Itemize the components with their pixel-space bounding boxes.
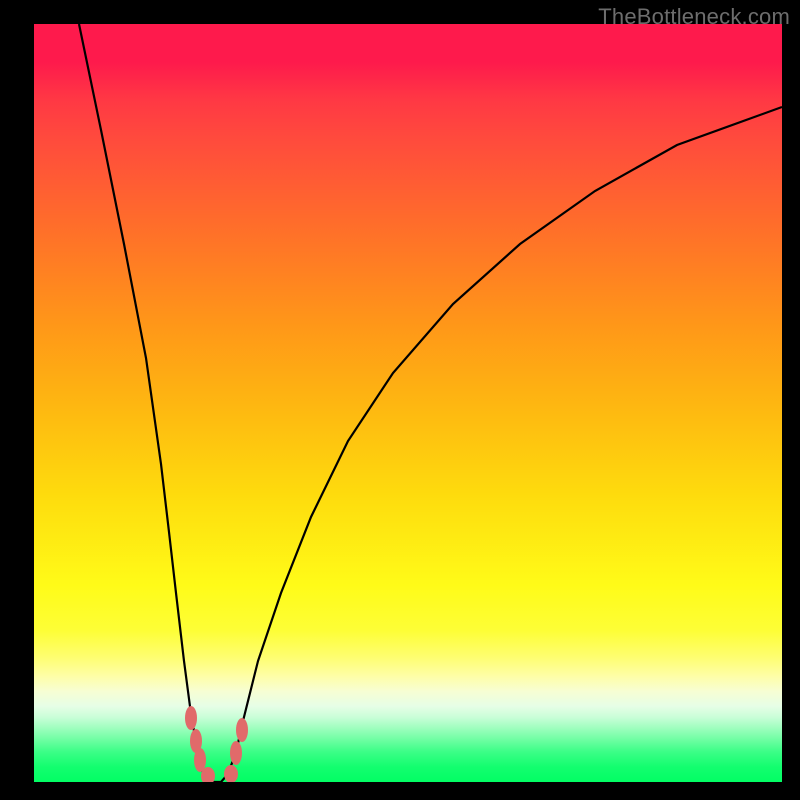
chart-frame: TheBottleneck.com: [0, 0, 800, 800]
data-dot: [224, 765, 238, 782]
data-dot: [194, 748, 206, 772]
curve-path: [79, 24, 782, 782]
data-dot: [185, 706, 197, 730]
data-dot: [230, 741, 242, 765]
data-dot: [236, 718, 248, 742]
plot-area: [34, 24, 782, 782]
bottleneck-curve: [34, 24, 782, 782]
